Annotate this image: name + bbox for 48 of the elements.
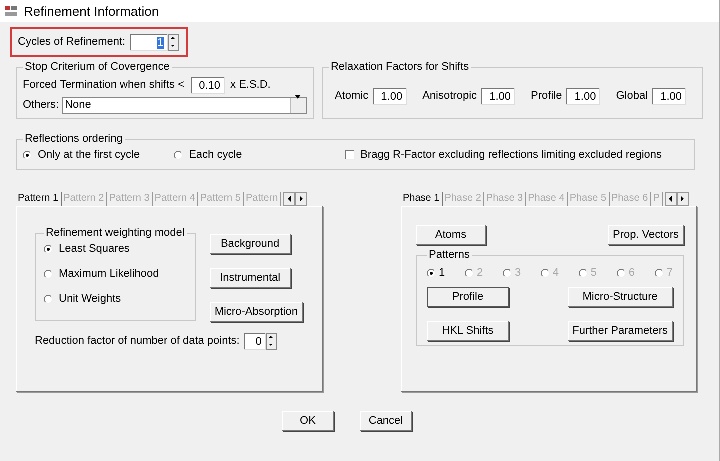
factor-field[interactable]: 1.00 [652, 88, 686, 104]
window-title: Refinement Information [24, 4, 160, 18]
tab-scroll-buttons[interactable] [664, 192, 689, 206]
spin-buttons[interactable] [168, 34, 179, 50]
factor-field[interactable]: 1.00 [481, 88, 516, 104]
others-label: Others: [23, 99, 60, 111]
bragg-checkbox[interactable]: Bragg R-Factor excluding reflections limiting excluded regions [344, 149, 662, 161]
factor-label: Profile [531, 90, 562, 102]
reduction-label: Reduction factor of number of data points: [35, 335, 240, 347]
pattern-button[interactable]: HKL Shifts [427, 321, 509, 341]
unit-label: x E.S.D. [230, 79, 271, 91]
cycles-label: Cycles of Refinement: [18, 36, 126, 48]
others-dropdown[interactable]: None [62, 96, 307, 114]
group-title: Relaxation Factors for Shifts [330, 61, 470, 73]
forced-termination-label: Forced Termination when shifts < [23, 79, 185, 91]
factor-label: Global [616, 90, 648, 102]
pattern-button[interactable]: Profile [427, 287, 509, 307]
tab-scroll-buttons[interactable] [283, 192, 308, 206]
spin-buttons[interactable] [266, 332, 277, 350]
group-title: Patterns [428, 249, 471, 261]
radio-option[interactable]: 1 [427, 267, 446, 279]
radio-option[interactable]: Least Squares [44, 243, 187, 255]
pattern-button[interactable]: Further Parameters [568, 321, 673, 341]
pattern-button[interactable]: Micro-Absorption [210, 302, 303, 322]
radio-option[interactable]: Only at the first cycle [23, 149, 140, 161]
factor-label: Atomic [334, 90, 369, 102]
pattern-tab[interactable]: Pattern 1 [16, 192, 62, 206]
radio-option[interactable]: Maximum Likelihood [44, 268, 187, 280]
radio-option[interactable]: Unit Weights [44, 293, 187, 305]
pattern-button[interactable]: Micro-Structure [568, 287, 673, 307]
dialog-button[interactable]: Cancel [360, 411, 412, 431]
dialog-button[interactable]: OK [282, 411, 334, 431]
group-title: Refinement weighting model [45, 227, 186, 239]
phase-button[interactable]: Prop. Vectors [608, 225, 684, 245]
factor-label: Anisotropic [422, 90, 478, 102]
radio-option[interactable]: Each cycle [174, 149, 242, 161]
group-title: Stop Criterium of Covergence [24, 61, 171, 73]
app-icon [4, 4, 18, 18]
factor-field[interactable]: 1.00 [372, 88, 407, 104]
shift-field[interactable]: 0.10 [190, 76, 225, 94]
group-title: Reflections ordering [24, 133, 124, 145]
pattern-button[interactable]: Instrumental [210, 268, 291, 288]
factor-field[interactable]: 1.00 [566, 88, 600, 104]
phase-tab[interactable]: Phase 1 [401, 192, 443, 206]
cycles-field[interactable]: 1 [130, 34, 168, 50]
pattern-button[interactable]: Background [210, 234, 291, 254]
phase-button[interactable]: Atoms [416, 225, 486, 245]
reduction-field[interactable]: 0 [244, 332, 266, 350]
